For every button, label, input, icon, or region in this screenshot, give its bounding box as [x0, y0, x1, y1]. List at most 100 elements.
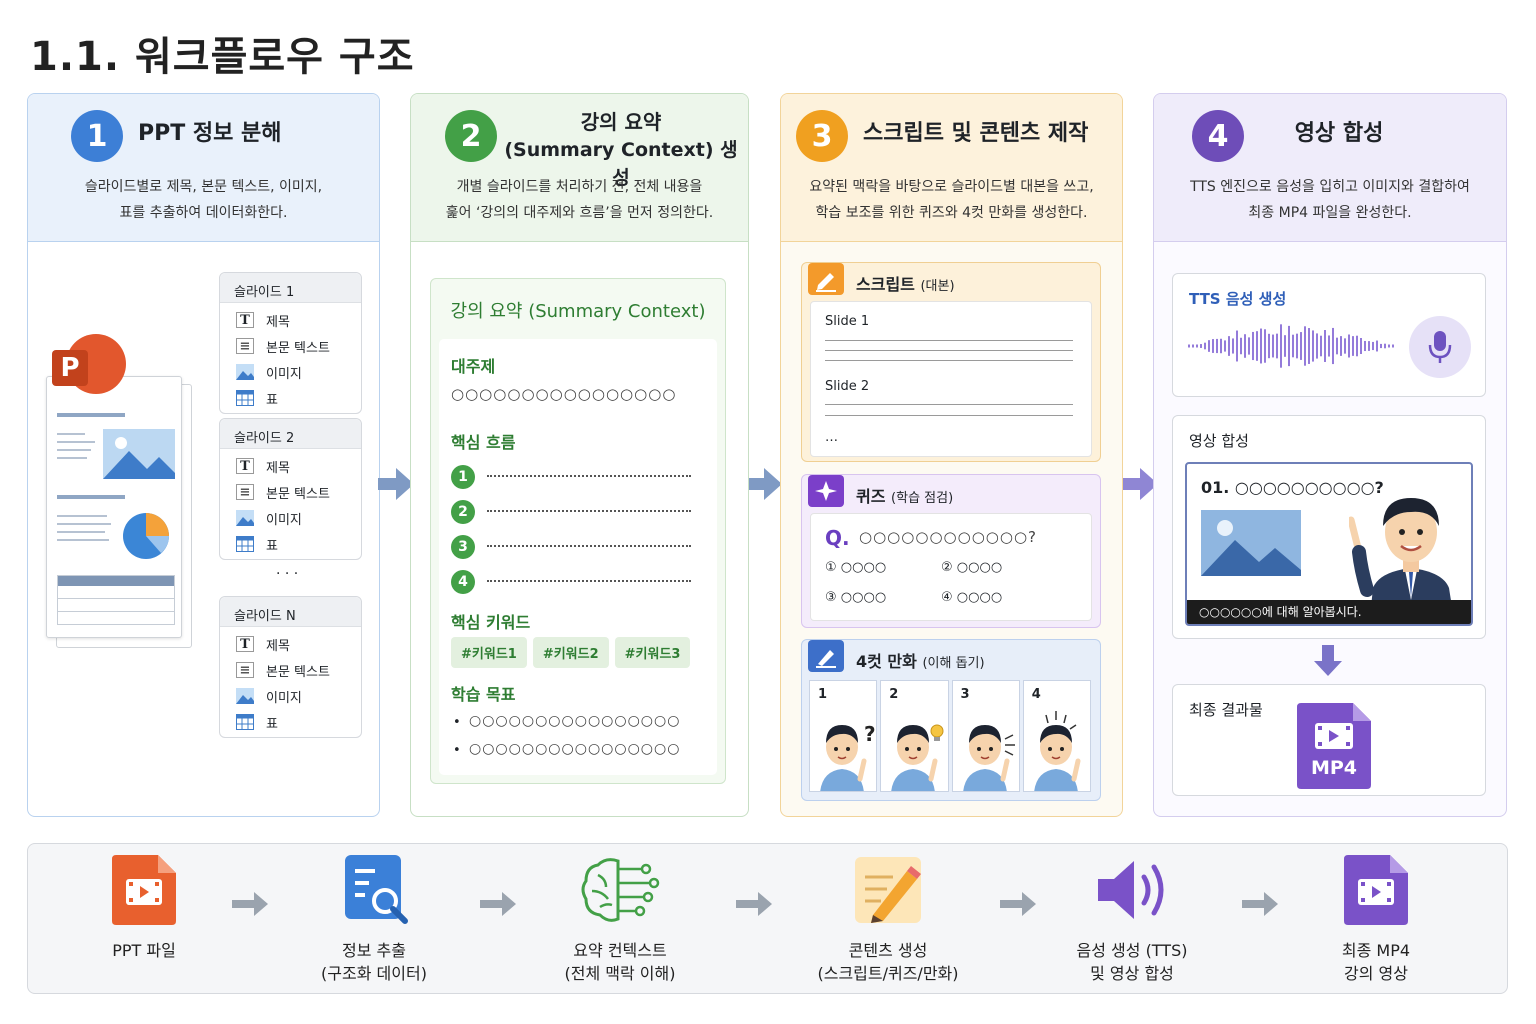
bottom-step-label: 음성 생성 (TTS) — [1076, 941, 1188, 960]
step1-number-badge: 1 — [71, 110, 123, 162]
text-t-icon: T — [236, 458, 254, 474]
bottom-step-sublabel: (구조화 데이터) — [321, 964, 427, 983]
video-frame: 01. ○○○○○○○○○○? ○○○○○○에 대해 알아봅시다. — [1185, 462, 1473, 626]
step4-title: 영상 합성 — [1294, 121, 1384, 146]
bottom-step-label: 콘텐츠 생성 — [848, 941, 928, 960]
comic-subtitle: (이해 돕기) — [922, 656, 985, 671]
slide-card-2: 슬라이드 2 T 제목 ≡ 본문 텍스트 이미지 표 — [219, 418, 362, 560]
bottom-step-tts: 음성 생성 (TTS) 및 영상 합성 — [1042, 855, 1222, 985]
bottom-step-label: PPT 파일 — [112, 941, 176, 960]
text-lines-icon: ≡ — [236, 338, 254, 354]
script-card-heading: 스크립트 (대본) — [856, 271, 955, 295]
flow-line — [487, 510, 691, 512]
script-subtitle: (대본) — [920, 279, 955, 294]
arrow-right-icon — [378, 468, 414, 500]
step2-desc-line2: 훑어 ‘강의의 대주제와 흐름’을 먼저 정의한다. — [445, 205, 714, 221]
keyword-label: 핵심 키워드 — [451, 613, 531, 632]
video-compose-card: 영상 합성 01. ○○○○○○○○○○? ○○○○○○에 대해 알아봅시다. — [1172, 415, 1486, 639]
speaker-sound-icon — [1098, 861, 1164, 919]
step1-desc-line2: 표를 추출하여 데이터화한다. — [119, 205, 288, 221]
bottom-step-sublabel: (전체 맥락 이해) — [564, 964, 676, 983]
bottom-step-sublabel: 강의 영상 — [1344, 964, 1408, 983]
page-title: 1.1. 워크플로우 구조 — [30, 34, 415, 80]
goal-bullet: • — [453, 743, 461, 758]
keyword-tag: #키워드1 — [451, 637, 527, 668]
text-t-icon: T — [236, 312, 254, 328]
slide-card-n: 슬라이드 N T 제목 ≡ 본문 텍스트 이미지 표 — [219, 596, 362, 738]
arrow-right-icon — [480, 892, 516, 916]
boy-character-icon — [1034, 711, 1081, 791]
comic-panel: 2 — [880, 680, 949, 792]
final-result-title: 최종 결과물 — [1189, 701, 1263, 719]
boy-character-icon — [891, 724, 944, 791]
step1-description: 슬라이드별로 제목, 본문 텍스트, 이미지, 표를 추출하여 데이터화한다. — [38, 174, 369, 226]
step4-desc-line2: 최종 MP4 파일을 완성한다. — [1248, 205, 1412, 221]
bottom-step-content: 콘텐츠 생성 (스크립트/퀴즈/만화) — [798, 855, 978, 985]
powerpoint-logo-letter-box: P — [52, 350, 88, 386]
bottom-step-extract: 정보 추출 (구조화 데이터) — [284, 855, 464, 985]
table-icon — [236, 714, 254, 730]
document-search-icon — [345, 855, 408, 924]
bottom-step-label: 요약 컨텍스트 — [573, 941, 667, 960]
flow-step-number: 2 — [451, 500, 475, 524]
step2-description: 개별 슬라이드를 처리하기 전, 전체 내용을 훑어 ‘강의의 대주제와 흐름’… — [421, 174, 738, 226]
quiz-question: ○○○○○○○○○○○○? — [859, 528, 1038, 546]
mp4-label: MP4 — [1310, 757, 1358, 779]
arrow-right-icon — [1242, 892, 1278, 916]
item-body-text: 본문 텍스트 — [266, 340, 330, 356]
step4-panel: 4 영상 합성 TTS 엔진으로 음성을 입히고 이미지와 결합하여 최종 MP… — [1153, 93, 1507, 817]
script-title: 스크립트 — [856, 275, 915, 294]
quiz-subtitle: (학습 점검) — [891, 491, 954, 506]
script-slide2-label: Slide 2 — [825, 379, 870, 394]
tts-title: TTS 음성 생성 — [1189, 290, 1287, 308]
arrow-right-icon — [736, 892, 772, 916]
topic-label: 대주제 — [451, 357, 496, 376]
video-compose-title: 영상 합성 — [1189, 432, 1249, 450]
item-body-text: 본문 텍스트 — [266, 486, 330, 502]
step2-number-badge: 2 — [445, 110, 497, 162]
text-lines-icon: ≡ — [236, 484, 254, 500]
comic-panel-number: 3 — [960, 687, 970, 702]
step3-panel: 3 스크립트 및 콘텐츠 제작 요약된 맥락을 바탕으로 슬라이드별 대본을 쓰… — [780, 93, 1123, 817]
keyword-tag: #키워드2 — [532, 637, 609, 668]
sparkle-quiz-icon — [808, 475, 844, 507]
comic-panels: 1? 2 3 4 — [809, 680, 1091, 792]
item-image: 이미지 — [266, 512, 302, 528]
item-table: 표 — [266, 538, 278, 554]
quiz-title: 퀴즈 — [856, 487, 886, 506]
quiz-option: ② ○○○○ — [941, 560, 1003, 575]
quiz-option: ④ ○○○○ — [941, 590, 1003, 605]
step3-description: 요약된 맥락을 바탕으로 슬라이드별 대본을 쓰고, 학습 보조를 위한 퀴즈와… — [791, 174, 1112, 226]
svg-text:?: ? — [864, 722, 876, 746]
goal-label: 학습 목표 — [451, 685, 516, 704]
step2-desc-line1: 개별 슬라이드를 처리하기 전, 전체 내용을 — [456, 179, 703, 195]
comic-card-heading: 4컷 만화 (이해 돕기) — [856, 648, 985, 672]
item-table: 표 — [266, 392, 278, 408]
step3-header: 3 스크립트 및 콘텐츠 제작 요약된 맥락을 바탕으로 슬라이드별 대본을 쓰… — [781, 94, 1122, 242]
script-more-ellipsis: … — [825, 430, 838, 445]
quiz-option: ① ○○○○ — [825, 560, 887, 575]
summary-context-card: 강의 요약 (Summary Context) 대주제 ○○○○○○○○○○○○… — [430, 278, 726, 784]
comic-panel: 1? — [809, 680, 878, 792]
keyword-tag: #키워드3 — [614, 637, 691, 668]
comic-card: 4컷 만화 (이해 돕기) 1? 2 3 4 — [801, 639, 1101, 801]
slide-card-1: 슬라이드 1 T 제목 ≡ 본문 텍스트 이미지 표 — [219, 272, 362, 414]
summary-card-body: 대주제 ○○○○○○○○○○○○○○○○ 핵심 흐름 1 2 3 4 핵심 키워… — [439, 339, 717, 775]
flow-line — [487, 580, 691, 582]
microphone-icon — [1409, 316, 1471, 378]
mp4-file-icon: MP4 — [1297, 703, 1371, 789]
image-thumbnail-icon — [103, 429, 175, 479]
step3-desc-line2: 학습 보조를 위한 퀴즈와 4컷 만화를 생성한다. — [815, 205, 1088, 221]
script-slide1-label: Slide 1 — [825, 314, 870, 329]
text-lines-icon: ≡ — [236, 662, 254, 678]
bottom-step-label: 최종 MP4 — [1341, 941, 1411, 960]
comic-title: 4컷 만화 — [856, 652, 917, 671]
mp4-video-file-icon — [1344, 855, 1408, 925]
step3-number-badge: 3 — [796, 110, 848, 162]
step4-number-badge: 4 — [1192, 110, 1244, 162]
step2-panel: 2 강의 요약 (Summary Context) 생성 개별 슬라이드를 처리… — [410, 93, 749, 817]
ppt-document-illustration: P — [44, 334, 194, 648]
table-icon — [236, 536, 254, 552]
goal-item: ○○○○○○○○○○○○○○○○ — [469, 741, 681, 757]
comic-panel-number: 4 — [1031, 687, 1041, 702]
